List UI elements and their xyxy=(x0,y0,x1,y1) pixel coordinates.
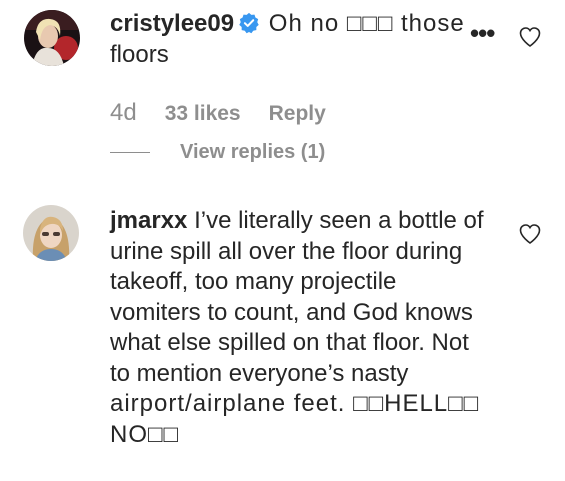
comment-body-2: jmarxx I’ve literally seen a bottle of u… xyxy=(110,206,510,450)
username-jmarxx[interactable]: jmarxx xyxy=(110,207,187,234)
reply-button[interactable]: Reply xyxy=(269,102,326,126)
heart-outline-icon[interactable] xyxy=(518,25,542,49)
replies-divider xyxy=(110,152,150,153)
comment-text-line-1: Oh no □□□ those xyxy=(268,10,465,37)
comment-text-line: airport/airplane feet. □□HELL□□ xyxy=(110,390,480,417)
comment-text-line: urine spill all over the floor during xyxy=(110,237,463,265)
verified-badge-icon xyxy=(238,12,260,34)
more-options-icon[interactable]: ••• xyxy=(470,18,495,49)
username-cristylee09[interactable]: cristylee09 xyxy=(110,10,234,37)
comment-meta-1: 4d 33 likes Reply xyxy=(110,99,326,127)
comment-text-line-2: floors xyxy=(110,40,169,68)
comment-timestamp: 4d xyxy=(110,99,137,126)
view-replies-row[interactable]: View replies (1) xyxy=(110,141,325,164)
comment-text-line: what else spilled on that floor. Not xyxy=(110,329,469,356)
view-replies-link[interactable]: View replies (1) xyxy=(180,141,325,164)
comment-text-line: vomiters to count, and God knows xyxy=(110,298,473,326)
comment-text-line: to mention everyone’s nasty xyxy=(110,359,409,387)
heart-outline-icon[interactable] xyxy=(518,222,542,246)
avatar-cristylee09[interactable] xyxy=(24,10,80,66)
avatar-jmarxx[interactable] xyxy=(23,205,79,261)
comment-text-line: I’ve literally seen a bottle of xyxy=(194,207,484,234)
likes-count[interactable]: 33 likes xyxy=(165,102,241,126)
comment-body-1: cristylee09 Oh no □□□ those floors xyxy=(110,9,480,70)
comment-text-line: NO□□ xyxy=(110,420,179,448)
comment-text-line: takeoff, too many projectile xyxy=(110,268,397,295)
